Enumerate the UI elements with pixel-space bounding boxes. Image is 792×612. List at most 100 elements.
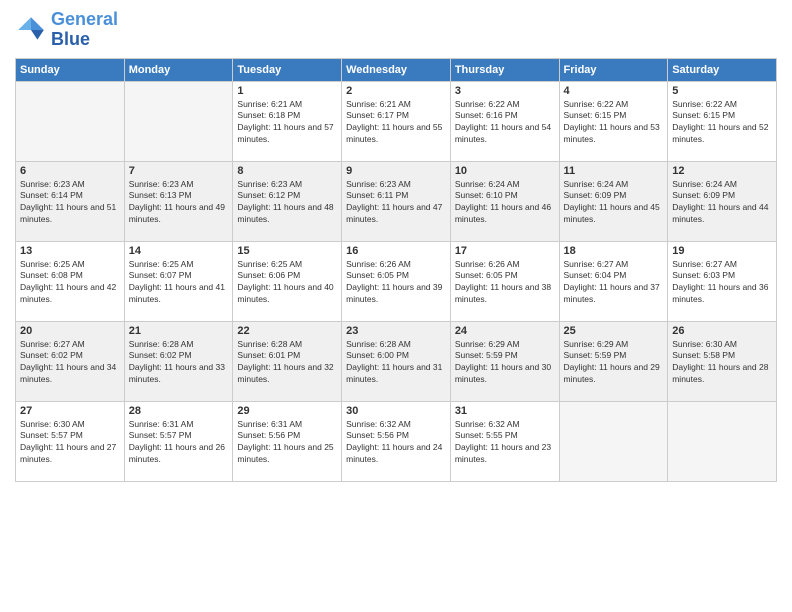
day-number: 30	[346, 405, 446, 417]
weekday-header: Sunday	[16, 58, 125, 81]
day-number: 16	[346, 245, 446, 257]
day-number: 31	[455, 405, 555, 417]
day-info: Sunrise: 6:28 AMSunset: 6:02 PMDaylight:…	[129, 339, 229, 387]
calendar-cell	[668, 401, 777, 481]
calendar-cell: 5Sunrise: 6:22 AMSunset: 6:15 PMDaylight…	[668, 81, 777, 161]
day-number: 26	[672, 325, 772, 337]
day-number: 1	[237, 85, 337, 97]
calendar-cell: 16 Sunrise: 6:26 AMSunset: 6:05 PMDayligh…	[342, 241, 451, 321]
day-info: Sunrise: 6:23 AMSunset: 6:13 PMDaylight:…	[129, 179, 229, 227]
day-info: Sunrise: 6:21 AMSunset: 6:17 PMDaylight:…	[346, 99, 446, 147]
calendar-cell: 30 Sunrise: 6:32 AMSunset: 5:56 PMDayligh…	[342, 401, 451, 481]
day-info: Sunrise: 6:31 AMSunset: 5:56 PMDaylight:…	[237, 419, 337, 467]
logo-icon	[15, 14, 47, 46]
calendar-cell: 1Sunrise: 6:21 AMSunset: 6:18 PMDaylight…	[233, 81, 342, 161]
weekday-header: Friday	[559, 58, 668, 81]
day-number: 13	[20, 245, 120, 257]
calendar-week-row: 6 Sunrise: 6:23 AMSunset: 6:14 PMDaylight…	[16, 161, 777, 241]
calendar-cell: 9Sunrise: 6:23 AMSunset: 6:11 PMDaylight…	[342, 161, 451, 241]
day-info: Sunrise: 6:24 AMSunset: 6:09 PMDaylight:…	[672, 179, 772, 227]
calendar-week-row: 27Sunrise: 6:30 AMSunset: 5:57 PMDayligh…	[16, 401, 777, 481]
calendar-cell: 10 Sunrise: 6:24 AMSunset: 6:10 PMDayligh…	[450, 161, 559, 241]
calendar-cell: 27Sunrise: 6:30 AMSunset: 5:57 PMDayligh…	[16, 401, 125, 481]
calendar-cell: 13 Sunrise: 6:25 AMSunset: 6:08 PMDayligh…	[16, 241, 125, 321]
calendar-cell: 15Sunrise: 6:25 AMSunset: 6:06 PMDayligh…	[233, 241, 342, 321]
logo-text: General Blue	[51, 10, 118, 50]
calendar-cell: 12 Sunrise: 6:24 AMSunset: 6:09 PMDayligh…	[668, 161, 777, 241]
calendar-cell: 21 Sunrise: 6:28 AMSunset: 6:02 PMDayligh…	[124, 321, 233, 401]
weekday-header: Wednesday	[342, 58, 451, 81]
calendar-cell: 24Sunrise: 6:29 AMSunset: 5:59 PMDayligh…	[450, 321, 559, 401]
weekday-header: Monday	[124, 58, 233, 81]
calendar-cell	[124, 81, 233, 161]
day-info: Sunrise: 6:23 AMSunset: 6:12 PMDaylight:…	[237, 179, 337, 227]
day-info: Sunrise: 6:27 AMSunset: 6:04 PMDaylight:…	[564, 259, 664, 307]
calendar-cell: 31 Sunrise: 6:32 AMSunset: 5:55 PMDayligh…	[450, 401, 559, 481]
day-number: 11	[564, 165, 664, 177]
day-info: Sunrise: 6:23 AMSunset: 6:14 PMDaylight:…	[20, 179, 120, 227]
calendar-cell: 26 Sunrise: 6:30 AMSunset: 5:58 PMDayligh…	[668, 321, 777, 401]
calendar-week-row: 13 Sunrise: 6:25 AMSunset: 6:08 PMDayligh…	[16, 241, 777, 321]
weekday-header: Saturday	[668, 58, 777, 81]
calendar-cell: 20 Sunrise: 6:27 AMSunset: 6:02 PMDayligh…	[16, 321, 125, 401]
day-info: Sunrise: 6:25 AMSunset: 6:07 PMDaylight:…	[129, 259, 229, 307]
day-number: 3	[455, 85, 555, 97]
day-info: Sunrise: 6:22 AMSunset: 6:16 PMDaylight:…	[455, 99, 555, 147]
calendar-cell: 7Sunrise: 6:23 AMSunset: 6:13 PMDaylight…	[124, 161, 233, 241]
day-info: Sunrise: 6:28 AMSunset: 6:00 PMDaylight:…	[346, 339, 446, 387]
day-info: Sunrise: 6:29 AMSunset: 5:59 PMDaylight:…	[564, 339, 664, 387]
day-info: Sunrise: 6:25 AMSunset: 6:08 PMDaylight:…	[20, 259, 120, 307]
day-info: Sunrise: 6:32 AMSunset: 5:55 PMDaylight:…	[455, 419, 555, 467]
calendar-header-row: SundayMondayTuesdayWednesdayThursdayFrid…	[16, 58, 777, 81]
day-info: Sunrise: 6:32 AMSunset: 5:56 PMDaylight:…	[346, 419, 446, 467]
weekday-header: Tuesday	[233, 58, 342, 81]
day-number: 20	[20, 325, 120, 337]
calendar-cell: 2 Sunrise: 6:21 AMSunset: 6:17 PMDaylight…	[342, 81, 451, 161]
day-number: 6	[20, 165, 120, 177]
day-info: Sunrise: 6:26 AMSunset: 6:05 PMDaylight:…	[455, 259, 555, 307]
calendar-cell: 8 Sunrise: 6:23 AMSunset: 6:12 PMDaylight…	[233, 161, 342, 241]
day-number: 8	[237, 165, 337, 177]
day-info: Sunrise: 6:28 AMSunset: 6:01 PMDaylight:…	[237, 339, 337, 387]
day-number: 12	[672, 165, 772, 177]
day-info: Sunrise: 6:22 AMSunset: 6:15 PMDaylight:…	[564, 99, 664, 147]
day-info: Sunrise: 6:30 AMSunset: 5:58 PMDaylight:…	[672, 339, 772, 387]
day-number: 18	[564, 245, 664, 257]
day-info: Sunrise: 6:24 AMSunset: 6:10 PMDaylight:…	[455, 179, 555, 227]
calendar-cell: 4 Sunrise: 6:22 AMSunset: 6:15 PMDaylight…	[559, 81, 668, 161]
calendar-week-row: 20 Sunrise: 6:27 AMSunset: 6:02 PMDayligh…	[16, 321, 777, 401]
day-info: Sunrise: 6:26 AMSunset: 6:05 PMDaylight:…	[346, 259, 446, 307]
day-number: 23	[346, 325, 446, 337]
calendar-cell	[16, 81, 125, 161]
calendar-cell: 11 Sunrise: 6:24 AMSunset: 6:09 PMDayligh…	[559, 161, 668, 241]
calendar-week-row: 1Sunrise: 6:21 AMSunset: 6:18 PMDaylight…	[16, 81, 777, 161]
day-info: Sunrise: 6:22 AMSunset: 6:15 PMDaylight:…	[672, 99, 772, 147]
day-number: 25	[564, 325, 664, 337]
day-info: Sunrise: 6:24 AMSunset: 6:09 PMDaylight:…	[564, 179, 664, 227]
calendar-cell: 23 Sunrise: 6:28 AMSunset: 6:00 PMDayligh…	[342, 321, 451, 401]
calendar-cell	[559, 401, 668, 481]
page: General Blue SundayMondayTuesdayWednesda…	[0, 0, 792, 612]
day-number: 2	[346, 85, 446, 97]
day-number: 24	[455, 325, 555, 337]
day-number: 17	[455, 245, 555, 257]
day-number: 4	[564, 85, 664, 97]
day-number: 29	[237, 405, 337, 417]
day-number: 14	[129, 245, 229, 257]
day-info: Sunrise: 6:27 AMSunset: 6:02 PMDaylight:…	[20, 339, 120, 387]
day-number: 28	[129, 405, 229, 417]
calendar-cell: 14 Sunrise: 6:25 AMSunset: 6:07 PMDayligh…	[124, 241, 233, 321]
day-number: 9	[346, 165, 446, 177]
calendar-cell: 18 Sunrise: 6:27 AMSunset: 6:04 PMDayligh…	[559, 241, 668, 321]
day-info: Sunrise: 6:25 AMSunset: 6:06 PMDaylight:…	[237, 259, 337, 307]
calendar-cell: 29 Sunrise: 6:31 AMSunset: 5:56 PMDayligh…	[233, 401, 342, 481]
day-number: 27	[20, 405, 120, 417]
day-number: 21	[129, 325, 229, 337]
day-number: 22	[237, 325, 337, 337]
calendar-cell: 3 Sunrise: 6:22 AMSunset: 6:16 PMDaylight…	[450, 81, 559, 161]
day-info: Sunrise: 6:27 AMSunset: 6:03 PMDaylight:…	[672, 259, 772, 307]
weekday-header: Thursday	[450, 58, 559, 81]
day-number: 10	[455, 165, 555, 177]
calendar-cell: 28Sunrise: 6:31 AMSunset: 5:57 PMDayligh…	[124, 401, 233, 481]
day-number: 19	[672, 245, 772, 257]
